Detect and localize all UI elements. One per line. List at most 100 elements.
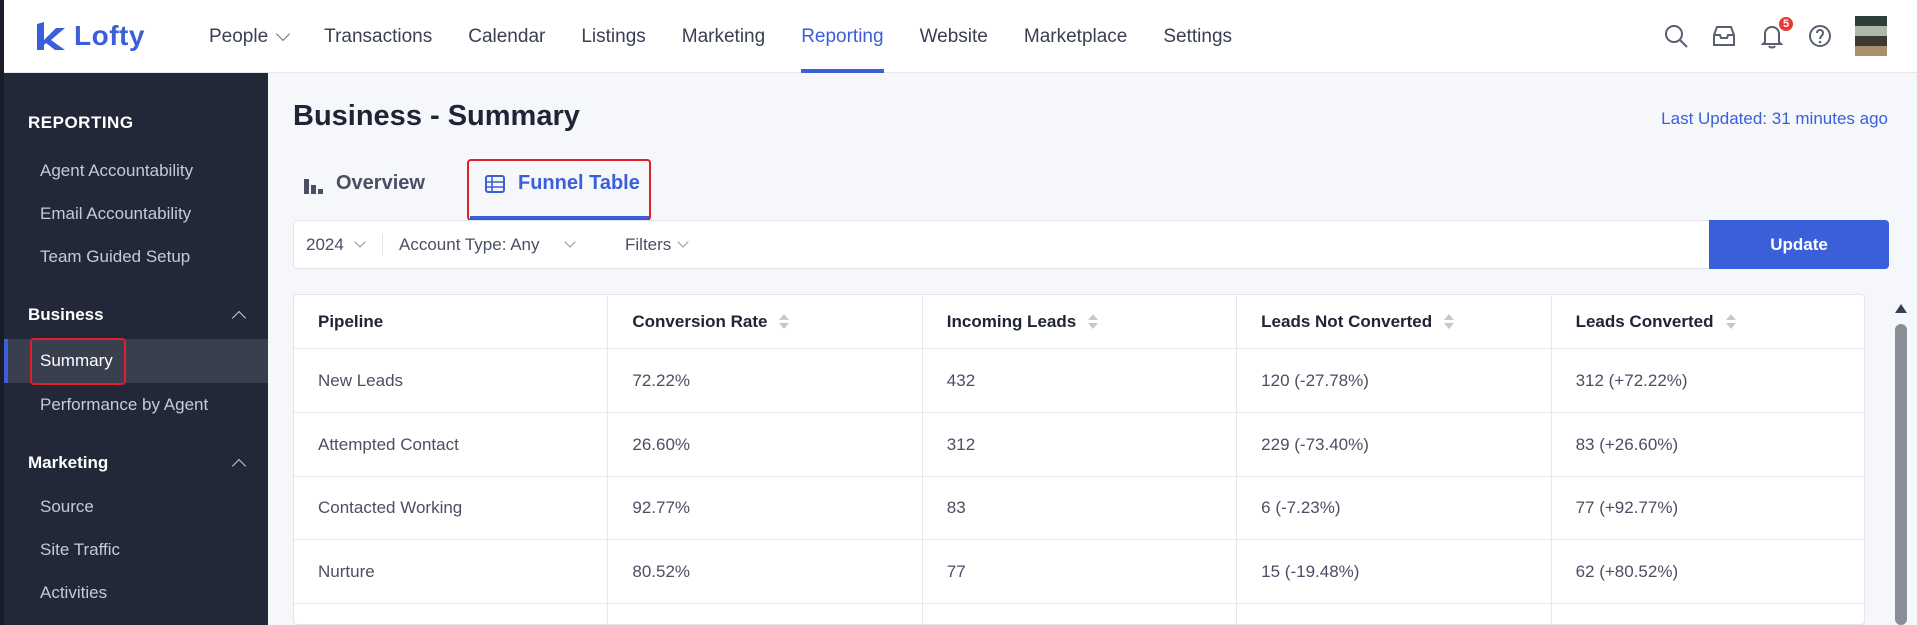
sidebar-item-label: Site Traffic — [40, 540, 120, 559]
cell-pipeline: Contacted Working — [294, 477, 609, 539]
highlight-box-summary — [30, 338, 126, 385]
cell-leads-not-converted: 6 (-7.23%) — [1237, 477, 1552, 539]
sidebar-item-source[interactable]: Source — [4, 485, 268, 529]
column-header-conversion-rate[interactable]: Conversion Rate — [608, 295, 923, 348]
nav-transactions[interactable]: Transactions — [306, 0, 450, 73]
tab-overview[interactable]: Overview — [302, 172, 425, 195]
sort-icon[interactable] — [1088, 314, 1099, 329]
cell-leads-converted: 77 (+92.77%) — [1575, 498, 1679, 517]
nav-reporting[interactable]: Reporting — [783, 0, 901, 73]
help-icon[interactable] — [1807, 23, 1833, 49]
nav-marketplace-label: Marketplace — [1023, 25, 1128, 47]
cell-empty — [923, 604, 1238, 624]
chevron-down-icon — [354, 236, 366, 248]
notification-badge: 5 — [1777, 15, 1795, 33]
nav-settings[interactable]: Settings — [1145, 0, 1250, 73]
year-select[interactable]: 2024 — [306, 221, 366, 268]
inbox-icon[interactable] — [1711, 23, 1737, 49]
sidebar-item-performance-by-agent[interactable]: Performance by Agent — [4, 383, 268, 427]
table-row: Attempted Contact 26.60% 312 229 (-73.40… — [294, 413, 1864, 477]
cell-pipeline: New Leads — [294, 349, 609, 412]
sidebar-item-site-traffic[interactable]: Site Traffic — [4, 528, 268, 572]
sidebar-item-email-accountability[interactable]: Email Accountability — [4, 192, 268, 236]
cell-incoming-leads: 77 — [923, 540, 1238, 603]
nav-calendar-label: Calendar — [468, 25, 546, 47]
chevron-down-icon — [563, 236, 576, 248]
scrollbar-thumb[interactable] — [1895, 324, 1907, 625]
cell-conversion-rate: 72.22% — [608, 349, 923, 412]
nav-marketing[interactable]: Marketing — [664, 0, 783, 73]
sidebar-item-label: Performance by Agent — [40, 395, 209, 414]
sidebar-item-team-guided-setup[interactable]: Team Guided Setup — [4, 235, 268, 279]
table-header-row: Pipeline Conversion Rate Incoming Leads … — [294, 295, 1864, 349]
bell-icon[interactable]: 5 — [1759, 15, 1795, 49]
nav-website-label: Website — [919, 25, 988, 47]
chevron-up-icon[interactable] — [231, 310, 247, 326]
cell-conversion-rate: 80.52% — [608, 540, 923, 603]
column-header-label: Incoming Leads — [946, 311, 1077, 331]
sidebar-heading: REPORTING — [28, 113, 134, 132]
nav-settings-label: Settings — [1163, 25, 1233, 47]
column-header-label: Pipeline — [318, 311, 384, 331]
column-header-leads-not-converted[interactable]: Leads Not Converted — [1237, 295, 1552, 348]
column-header-label: Leads Converted — [1575, 311, 1714, 331]
cell-leads-not-converted: 229 (-73.40%) — [1237, 413, 1552, 476]
nav-transactions-label: Transactions — [324, 25, 433, 47]
nav-calendar[interactable]: Calendar — [450, 0, 563, 73]
chevron-down-icon — [677, 236, 689, 248]
vertical-scrollbar[interactable] — [1893, 300, 1909, 625]
page-title: Business - Summary — [293, 100, 580, 132]
sidebar-item-agent-accountability[interactable]: Agent Accountability — [4, 149, 268, 193]
nav-listings[interactable]: Listings — [563, 0, 663, 73]
cell-conversion-rate: 92.77% — [608, 477, 923, 539]
cell-leads-not-converted: 15 (-19.48%) — [1237, 540, 1552, 603]
sidebar-item-label: Source — [40, 497, 94, 516]
scroll-up-icon[interactable] — [1895, 304, 1907, 313]
sidebar-section-business[interactable]: Business — [4, 305, 104, 325]
nav-marketplace[interactable]: Marketplace — [1006, 0, 1146, 73]
avatar[interactable] — [1855, 16, 1887, 56]
funnel-table: Pipeline Conversion Rate Incoming Leads … — [293, 294, 1865, 625]
nav-marketing-label: Marketing — [681, 25, 766, 47]
nav-people[interactable]: People — [191, 0, 306, 73]
sidebar-item-activities[interactable]: Activities — [4, 571, 268, 615]
highlight-box-funnel-table — [467, 159, 651, 221]
cell-conversion-rate: 26.60% — [608, 413, 923, 476]
table-row: New Leads 72.22% 432 120 (-27.78%) 312 (… — [294, 349, 1864, 413]
cell-leads-converted: 312 (+72.22%) — [1575, 370, 1688, 390]
column-header-incoming-leads[interactable]: Incoming Leads — [923, 295, 1238, 348]
account-type-value: Account Type: Any — [399, 234, 540, 254]
nav-people-label: People — [209, 25, 269, 47]
main-nav: People Transactions Calendar Listings Ma… — [191, 0, 1250, 73]
sort-icon[interactable] — [1725, 314, 1736, 329]
nav-reporting-label: Reporting — [801, 25, 884, 47]
filter-bar: 2024 Account Type: Any Filters Update — [293, 220, 1889, 269]
table-row: Contacted Working 92.77% 83 6 (-7.23%) 7… — [294, 477, 1864, 540]
sidebar-item-label: Team Guided Setup — [40, 247, 191, 266]
table-row: Nurture 80.52% 77 15 (-19.48%) 62 (+80.5… — [294, 540, 1864, 604]
last-updated-text: Last Updated: 31 minutes ago — [1661, 109, 1888, 128]
filters-dropdown[interactable]: Filters — [625, 221, 689, 268]
column-header-label: Leads Not Converted — [1261, 311, 1433, 331]
sidebar-item-label: Activities — [40, 583, 108, 602]
table-row-partial — [294, 604, 1864, 624]
update-button[interactable]: Update — [1709, 220, 1889, 269]
lofty-logo-icon — [37, 22, 65, 50]
lofty-logo[interactable]: Lofty — [34, 20, 145, 52]
nav-website[interactable]: Website — [902, 0, 1006, 73]
filters-label: Filters — [625, 234, 672, 254]
account-type-select[interactable]: Account Type: Any — [399, 221, 576, 268]
bar-chart-icon — [304, 178, 323, 194]
cell-empty — [608, 604, 923, 624]
chevron-up-icon[interactable] — [231, 458, 247, 474]
cell-empty — [1237, 604, 1552, 624]
divider — [382, 234, 383, 256]
sidebar-item-label: Agent Accountability — [40, 161, 194, 180]
sort-icon[interactable] — [1444, 314, 1455, 329]
search-icon[interactable] — [1663, 23, 1689, 49]
column-header-leads-converted[interactable]: Leads Converted — [1552, 295, 1864, 348]
sidebar-section-marketing[interactable]: Marketing — [4, 453, 108, 473]
sidebar-section-label: Business — [28, 305, 104, 324]
sort-icon[interactable] — [779, 314, 790, 329]
cell-pipeline: Attempted Contact — [294, 413, 609, 476]
